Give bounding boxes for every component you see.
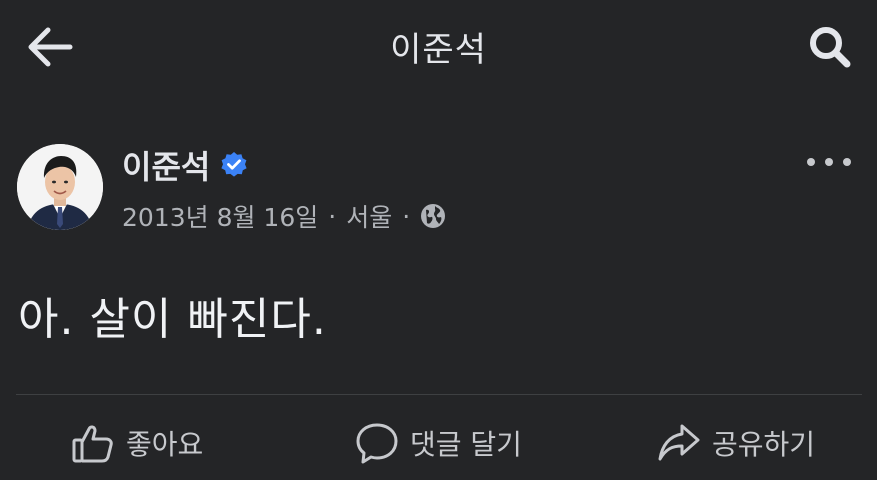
post-date[interactable]: 2013년 8월 16일	[122, 198, 318, 234]
comment-icon	[354, 420, 400, 466]
share-button[interactable]: 공유하기	[656, 420, 815, 466]
thumbs-up-icon	[70, 420, 116, 466]
avatar[interactable]	[17, 144, 103, 230]
comment-label: 댓글 달기	[410, 428, 522, 461]
like-button[interactable]: 좋아요	[70, 420, 203, 466]
profile-photo	[17, 144, 103, 230]
share-arrow-icon	[656, 420, 702, 466]
like-label: 좋아요	[126, 428, 204, 461]
more-options-button[interactable]	[807, 150, 851, 174]
comment-button[interactable]: 댓글 달기	[354, 420, 522, 466]
verified-badge-icon	[220, 151, 248, 179]
share-label: 공유하기	[712, 428, 816, 461]
author-row: 이준석	[122, 142, 248, 188]
page-title: 이준석	[390, 30, 487, 70]
search-icon	[810, 27, 851, 68]
author-name[interactable]: 이준석	[122, 142, 210, 188]
post-meta: 2013년 8월 16일 · 서울 ·	[122, 198, 446, 234]
action-bar: 좋아요 댓글 달기 공유하기	[0, 414, 877, 476]
post-screen: 이준석 이준석 2013년 8월 16일 · 서울 · 아. 살이 빠진다. 좋…	[0, 0, 877, 480]
search-button[interactable]	[805, 22, 855, 72]
separator-dot: ·	[328, 201, 337, 231]
post-location[interactable]: 서울	[346, 198, 392, 234]
post-text: 아. 살이 빠진다.	[18, 294, 327, 345]
divider	[16, 394, 862, 395]
more-dot	[807, 158, 815, 166]
globe-icon	[420, 203, 446, 229]
more-dot	[825, 158, 833, 166]
post-header: 이준석 2013년 8월 16일 · 서울 ·	[0, 140, 877, 240]
top-bar: 이준석	[0, 0, 877, 92]
separator-dot: ·	[402, 201, 411, 231]
more-dot	[843, 158, 851, 166]
